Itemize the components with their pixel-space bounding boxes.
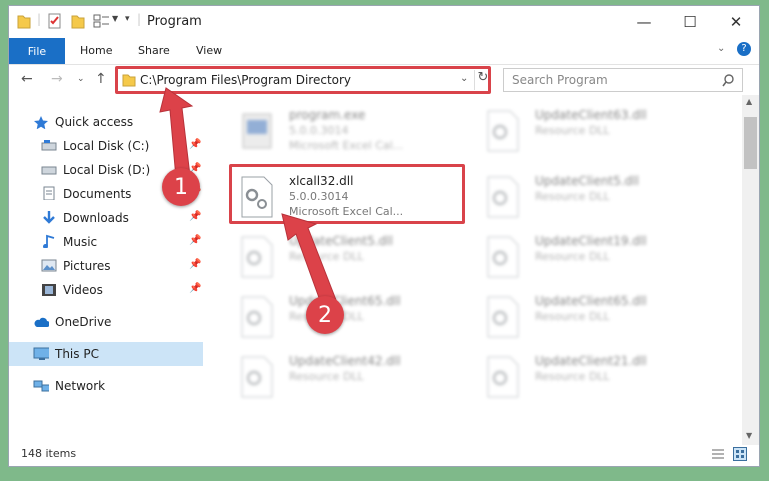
callout-arrows — [159, 87, 337, 307]
arrow-to-address-bar — [159, 87, 194, 179]
callout-badge-2: 2 — [306, 296, 344, 334]
arrow-to-file — [281, 213, 337, 307]
callout-badge-1: 1 — [162, 168, 200, 206]
